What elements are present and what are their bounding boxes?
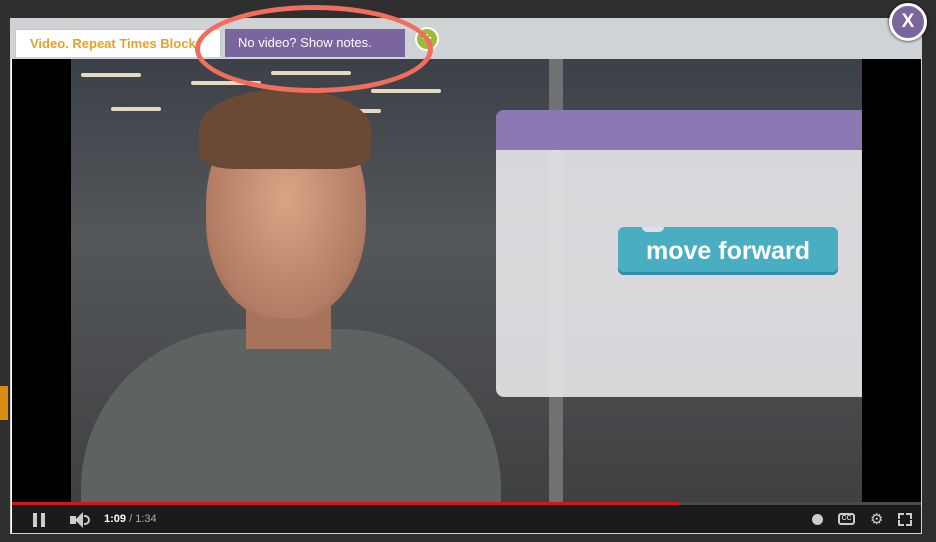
move-forward-label: move forward (646, 237, 810, 265)
time-display: 1:09 / 1:34 (104, 513, 157, 525)
volume-icon[interactable] (70, 512, 92, 528)
close-icon[interactable]: X (889, 3, 927, 41)
tab-video[interactable]: Video. Repeat Times Block (15, 29, 221, 57)
annotation-highlight-circle (195, 5, 433, 93)
speaker-shirt (81, 329, 501, 503)
video-player[interactable]: move forward 1:09 / 1:34 CC ⚙ (12, 59, 921, 533)
blockly-overlay-panel: move forward (496, 110, 862, 397)
current-time: 1:09 (104, 513, 127, 525)
background-text-fragment (0, 438, 8, 498)
background-orange-block (0, 386, 8, 420)
duration: 1:34 (135, 513, 157, 525)
gear-icon[interactable]: ⚙ (870, 510, 883, 528)
block-notch (642, 227, 664, 232)
cc-icon[interactable]: CC (838, 513, 855, 525)
move-forward-block: move forward (618, 227, 838, 275)
speaker-hair (199, 89, 371, 169)
video-frame[interactable]: move forward (71, 59, 862, 503)
fullscreen-icon[interactable] (898, 513, 912, 526)
time-separator: / (129, 513, 133, 525)
player-controls: 1:09 / 1:34 CC ⚙ (12, 505, 921, 533)
tab-bar: Video. Repeat Times Block No video? Show… (11, 19, 921, 59)
video-modal: Video. Repeat Times Block No video? Show… (10, 18, 922, 534)
overlay-panel-header (496, 110, 862, 150)
background-page-edge (0, 380, 10, 500)
clock-icon[interactable] (812, 514, 823, 525)
pause-icon[interactable] (33, 513, 47, 527)
